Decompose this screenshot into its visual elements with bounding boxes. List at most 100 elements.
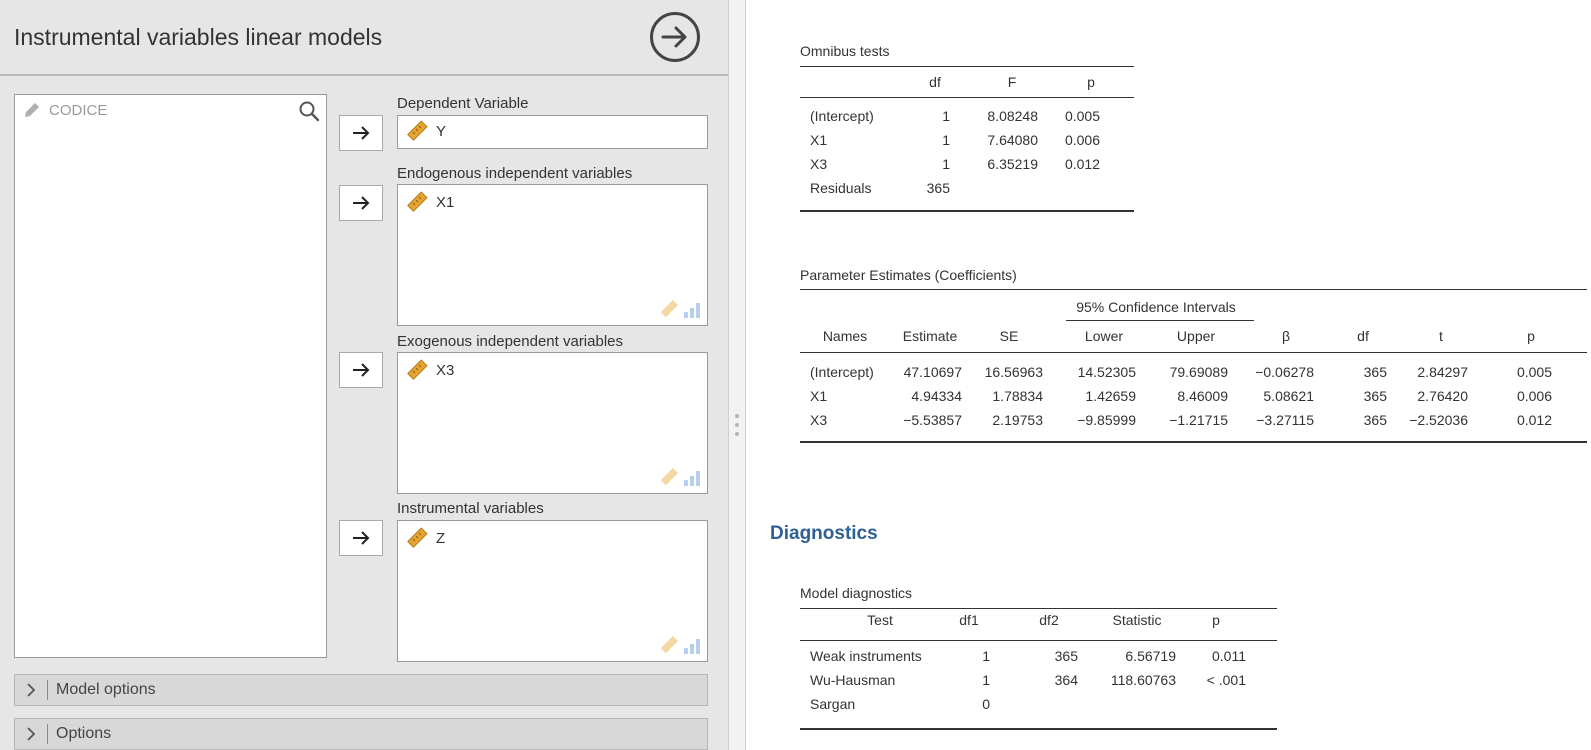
- coef-cell: 14.52305: [1077, 364, 1136, 380]
- omnibus-cell: 0.005: [1064, 108, 1100, 124]
- coef-header: p: [1527, 328, 1535, 344]
- diag-cell: 1: [982, 672, 990, 688]
- dependent-variable-label: Dependent Variable: [397, 95, 529, 112]
- instrumental-variable-name: Z: [436, 529, 446, 547]
- omnibus-cell: 8.08248: [987, 108, 1038, 124]
- coef-header: df: [1357, 328, 1369, 344]
- exogenous-variable-name: X3: [436, 361, 455, 379]
- coef-cell: 365: [1363, 412, 1387, 428]
- table-rule: [800, 210, 1134, 212]
- coef-cell: −1.21715: [1169, 412, 1228, 428]
- diag-cell: 118.60763: [1110, 672, 1176, 688]
- coef-cell: 79.69089: [1169, 364, 1228, 380]
- ruler-icon: [407, 191, 428, 212]
- diag-cell: Weak instruments: [810, 648, 922, 664]
- ruler-icon: [407, 120, 428, 141]
- coef-cell: 2.76420: [1417, 388, 1468, 404]
- coef-cell: X3: [810, 412, 828, 428]
- pencil-icon: [25, 103, 39, 117]
- coef-cell: −2.52036: [1409, 412, 1468, 428]
- diag-cell: < .001: [1206, 672, 1246, 688]
- ruler-icon: [407, 359, 428, 380]
- coefficients-table-title: Parameter Estimates (Coefficients): [800, 267, 1017, 283]
- diag-header: Test: [867, 612, 893, 628]
- ci-group-header: 95% Confidence Intervals: [1076, 299, 1236, 315]
- move-to-instrumental-button[interactable]: [339, 520, 383, 556]
- move-to-exogenous-button[interactable]: [339, 352, 383, 388]
- table-rule: [800, 441, 1587, 443]
- table-rule: [800, 728, 1277, 730]
- coef-cell: 47.10697: [903, 364, 962, 380]
- coef-cell: 2.84297: [1417, 364, 1468, 380]
- diag-cell: 365: [1054, 648, 1078, 664]
- omnibus-cell: 365: [926, 180, 950, 196]
- diagnostics-heading: Diagnostics: [770, 523, 878, 544]
- coef-cell: 0.006: [1516, 388, 1552, 404]
- endogenous-variables-box[interactable]: X1: [397, 184, 708, 326]
- exogenous-variables-box[interactable]: X3: [397, 352, 708, 494]
- instrumental-variables-box[interactable]: Z: [397, 520, 708, 662]
- coef-header: Names: [822, 328, 868, 344]
- table-rule: [800, 640, 1277, 641]
- endogenous-variables-label: Endogenous independent variables: [397, 165, 633, 182]
- dependent-variable-box[interactable]: Y: [397, 115, 708, 149]
- diag-header: df2: [1039, 612, 1059, 628]
- coef-cell: −9.85999: [1077, 412, 1136, 428]
- results-panel: Omnibus tests df F p (Intercept) 1 8.08248…: [746, 0, 1591, 750]
- coef-cell: −3.27115: [1256, 412, 1314, 428]
- arrow-right-circle-icon: [661, 26, 687, 48]
- source-variable-label: CODICE: [49, 101, 108, 119]
- diagnostics-table-title: Model diagnostics: [800, 585, 913, 601]
- omnibus-cell: 0.006: [1064, 132, 1100, 148]
- endogenous-variable-item[interactable]: X1: [406, 191, 454, 213]
- instrumental-variable-item[interactable]: Z: [406, 527, 445, 549]
- allowed-types-hint: [659, 299, 701, 319]
- source-variable-item[interactable]: CODICE: [23, 101, 107, 119]
- run-analysis-button[interactable]: [650, 12, 700, 62]
- instrumental-variables-label: Instrumental variables: [397, 500, 544, 517]
- allowed-types-hint: [659, 635, 701, 655]
- table-rule: [800, 289, 1587, 290]
- model-options-label: Model options: [56, 681, 156, 698]
- coef-cell: 0.005: [1516, 364, 1552, 380]
- omnibus-header-df: df: [929, 74, 941, 90]
- coef-cell: 16.56963: [984, 364, 1043, 380]
- coef-header: t: [1439, 328, 1443, 344]
- diag-header: Statistic: [1112, 612, 1162, 628]
- coef-cell: 0.012: [1516, 412, 1552, 428]
- coef-header: SE: [999, 328, 1019, 344]
- ordinal-bars-icon: [684, 639, 700, 654]
- coef-cell: 1.78834: [992, 388, 1043, 404]
- model-options-section[interactable]: Model options: [14, 674, 708, 706]
- omnibus-cell: 7.64080: [987, 132, 1038, 148]
- arrow-right-icon: [353, 126, 370, 140]
- coef-cell: X1: [810, 388, 828, 404]
- move-to-endogenous-button[interactable]: [339, 185, 383, 221]
- options-section[interactable]: Options: [14, 718, 708, 750]
- coef-header: Upper: [1176, 328, 1216, 344]
- coef-cell: −5.53857: [903, 412, 962, 428]
- source-variable-list[interactable]: CODICE: [14, 94, 327, 658]
- omnibus-cell: 0.012: [1064, 156, 1100, 172]
- omnibus-table-title: Omnibus tests: [800, 43, 890, 59]
- exogenous-variable-item[interactable]: X3: [406, 359, 454, 381]
- move-to-dependent-button[interactable]: [339, 115, 383, 151]
- endogenous-variable-name: X1: [436, 193, 455, 211]
- dependent-variable-item[interactable]: Y: [406, 120, 446, 142]
- search-icon[interactable]: [298, 100, 320, 122]
- diag-cell: Sargan: [810, 696, 856, 712]
- coef-cell: 2.19753: [992, 412, 1043, 428]
- coef-cell: 365: [1363, 364, 1387, 380]
- ordinal-bars-icon: [684, 303, 700, 318]
- table-rule: [800, 97, 1134, 98]
- ordinal-bars-icon: [684, 471, 700, 486]
- dependent-variable-name: Y: [436, 122, 447, 140]
- options-label: Options: [56, 725, 112, 742]
- omnibus-cell: 1: [942, 108, 950, 124]
- diag-cell: Wu-Hausman: [810, 672, 896, 688]
- panel-splitter[interactable]: [728, 0, 746, 750]
- splitter-grip-icon[interactable]: [735, 414, 739, 436]
- ci-group-rule: [1066, 320, 1254, 321]
- ruler-icon: [660, 468, 678, 486]
- chevron-right-icon: [27, 727, 36, 741]
